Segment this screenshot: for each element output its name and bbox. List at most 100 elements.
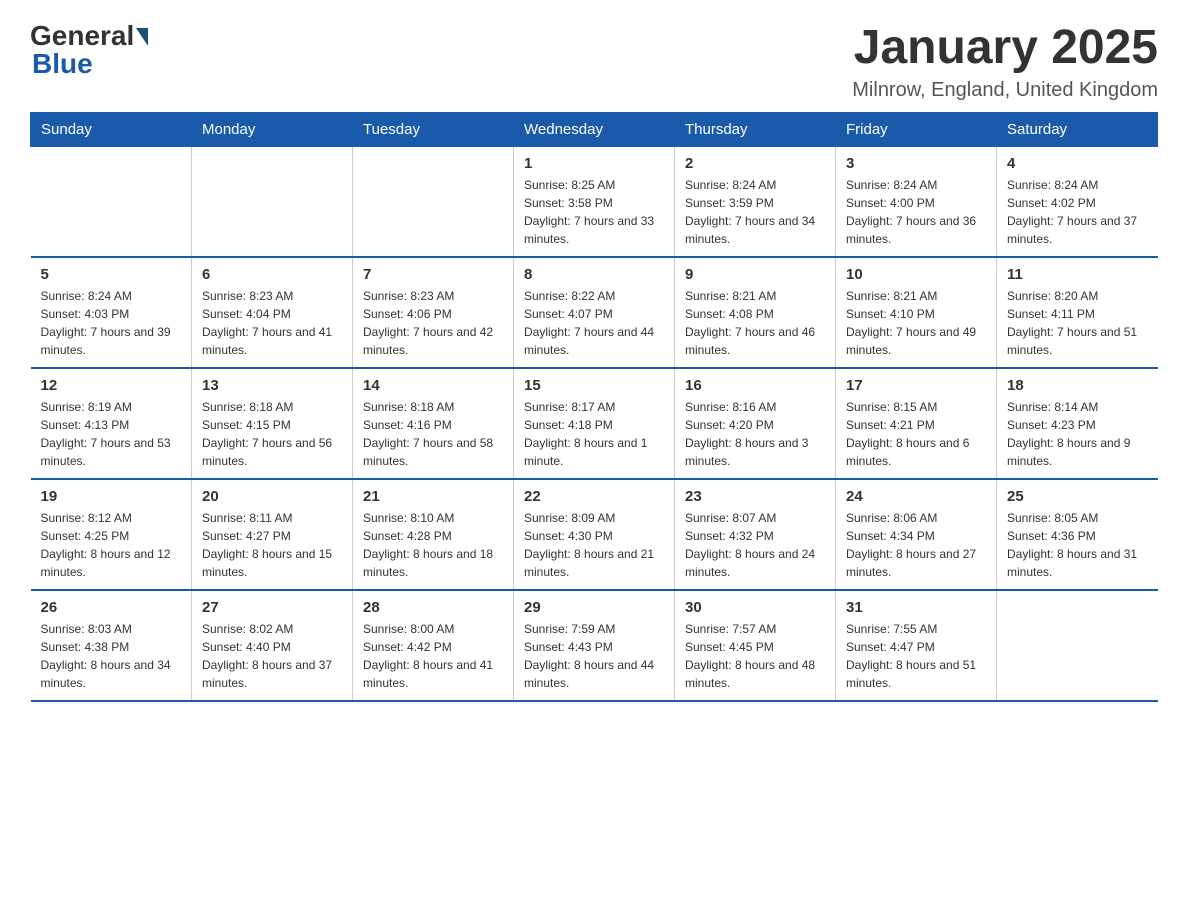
day-info: Sunrise: 8:07 AMSunset: 4:32 PMDaylight:…: [685, 509, 825, 581]
calendar-cell: 12 Sunrise: 8:19 AMSunset: 4:13 PMDayligh…: [31, 368, 192, 479]
day-number: 19: [41, 488, 182, 505]
day-number: 7: [363, 266, 503, 283]
week-row-3: 12 Sunrise: 8:19 AMSunset: 4:13 PMDayligh…: [31, 368, 1158, 479]
day-header-sunday: Sunday: [31, 113, 192, 147]
day-header-tuesday: Tuesday: [353, 113, 514, 147]
day-info: Sunrise: 8:10 AMSunset: 4:28 PMDaylight:…: [363, 509, 503, 581]
calendar-cell: 9 Sunrise: 8:21 AMSunset: 4:08 PMDaylight…: [675, 257, 836, 368]
week-row-2: 5 Sunrise: 8:24 AMSunset: 4:03 PMDaylight…: [31, 257, 1158, 368]
logo-blue: Blue: [32, 48, 93, 80]
title-area: January 2025 Milnrow, England, United Ki…: [852, 20, 1158, 102]
day-number: 27: [202, 599, 342, 616]
day-info: Sunrise: 8:22 AMSunset: 4:07 PMDaylight:…: [524, 287, 664, 359]
day-number: 29: [524, 599, 664, 616]
day-number: 9: [685, 266, 825, 283]
day-number: 15: [524, 377, 664, 394]
day-header-friday: Friday: [836, 113, 997, 147]
week-row-1: 1Sunrise: 8:25 AMSunset: 3:58 PMDaylight…: [31, 147, 1158, 258]
day-number: 6: [202, 266, 342, 283]
day-info: Sunrise: 7:57 AMSunset: 4:45 PMDaylight:…: [685, 620, 825, 692]
day-info: Sunrise: 8:00 AMSunset: 4:42 PMDaylight:…: [363, 620, 503, 692]
page-header: General Blue January 2025 Milnrow, Engla…: [30, 20, 1158, 102]
day-number: 12: [41, 377, 182, 394]
calendar-cell: 20Sunrise: 8:11 AMSunset: 4:27 PMDayligh…: [192, 479, 353, 590]
day-number: 28: [363, 599, 503, 616]
day-number: 1: [524, 155, 664, 172]
day-number: 5: [41, 266, 182, 283]
day-header-wednesday: Wednesday: [514, 113, 675, 147]
week-row-4: 19 Sunrise: 8:12 AMSunset: 4:25 PMDayligh…: [31, 479, 1158, 590]
day-number: 11: [1007, 266, 1148, 283]
calendar-cell: 23 Sunrise: 8:07 AMSunset: 4:32 PMDayligh…: [675, 479, 836, 590]
day-number: 23: [685, 488, 825, 505]
day-number: 26: [41, 599, 182, 616]
calendar-cell: [192, 147, 353, 258]
day-header-monday: Monday: [192, 113, 353, 147]
day-info: Sunrise: 8:23 AMSunset: 4:06 PMDaylight:…: [363, 287, 503, 359]
calendar-cell: 1Sunrise: 8:25 AMSunset: 3:58 PMDaylight…: [514, 147, 675, 258]
logo: General Blue: [30, 20, 148, 80]
calendar-cell: 7 Sunrise: 8:23 AMSunset: 4:06 PMDaylight…: [353, 257, 514, 368]
day-number: 10: [846, 266, 986, 283]
day-number: 14: [363, 377, 503, 394]
day-info: Sunrise: 8:24 AMSunset: 3:59 PMDaylight:…: [685, 176, 825, 248]
day-number: 18: [1007, 377, 1148, 394]
calendar-cell: 4Sunrise: 8:24 AMSunset: 4:02 PMDaylight…: [997, 147, 1158, 258]
calendar-cell: 18 Sunrise: 8:14 AMSunset: 4:23 PMDayligh…: [997, 368, 1158, 479]
day-number: 17: [846, 377, 986, 394]
calendar-cell: 27 Sunrise: 8:02 AMSunset: 4:40 PMDayligh…: [192, 590, 353, 701]
week-row-5: 26 Sunrise: 8:03 AMSunset: 4:38 PMDayligh…: [31, 590, 1158, 701]
calendar-cell: 6Sunrise: 8:23 AMSunset: 4:04 PMDaylight…: [192, 257, 353, 368]
calendar-cell: 8 Sunrise: 8:22 AMSunset: 4:07 PMDaylight…: [514, 257, 675, 368]
day-info: Sunrise: 8:03 AMSunset: 4:38 PMDaylight:…: [41, 620, 182, 692]
calendar-table: SundayMondayTuesdayWednesdayThursdayFrid…: [30, 112, 1158, 702]
day-number: 8: [524, 266, 664, 283]
day-info: Sunrise: 8:24 AMSunset: 4:00 PMDaylight:…: [846, 176, 986, 248]
calendar-cell: [353, 147, 514, 258]
day-info: Sunrise: 8:02 AMSunset: 4:40 PMDaylight:…: [202, 620, 342, 692]
calendar-cell: 13Sunrise: 8:18 AMSunset: 4:15 PMDayligh…: [192, 368, 353, 479]
day-info: Sunrise: 8:06 AMSunset: 4:34 PMDaylight:…: [846, 509, 986, 581]
day-info: Sunrise: 8:19 AMSunset: 4:13 PMDaylight:…: [41, 398, 182, 470]
day-number: 3: [846, 155, 986, 172]
calendar-cell: 14 Sunrise: 8:18 AMSunset: 4:16 PMDayligh…: [353, 368, 514, 479]
day-info: Sunrise: 8:12 AMSunset: 4:25 PMDaylight:…: [41, 509, 182, 581]
logo-arrow-icon: [136, 28, 148, 46]
calendar-body: 1Sunrise: 8:25 AMSunset: 3:58 PMDaylight…: [31, 147, 1158, 702]
day-number: 16: [685, 377, 825, 394]
calendar-cell: 25Sunrise: 8:05 AMSunset: 4:36 PMDayligh…: [997, 479, 1158, 590]
calendar-cell: [31, 147, 192, 258]
day-number: 30: [685, 599, 825, 616]
calendar-cell: 19 Sunrise: 8:12 AMSunset: 4:25 PMDayligh…: [31, 479, 192, 590]
day-info: Sunrise: 8:14 AMSunset: 4:23 PMDaylight:…: [1007, 398, 1148, 470]
day-number: 24: [846, 488, 986, 505]
day-number: 25: [1007, 488, 1148, 505]
day-number: 20: [202, 488, 342, 505]
day-info: Sunrise: 8:09 AMSunset: 4:30 PMDaylight:…: [524, 509, 664, 581]
day-info: Sunrise: 8:15 AMSunset: 4:21 PMDaylight:…: [846, 398, 986, 470]
day-info: Sunrise: 7:59 AMSunset: 4:43 PMDaylight:…: [524, 620, 664, 692]
day-info: Sunrise: 8:18 AMSunset: 4:16 PMDaylight:…: [363, 398, 503, 470]
location-subtitle: Milnrow, England, United Kingdom: [852, 79, 1158, 102]
calendar-cell: 26 Sunrise: 8:03 AMSunset: 4:38 PMDayligh…: [31, 590, 192, 701]
calendar-cell: 29 Sunrise: 7:59 AMSunset: 4:43 PMDayligh…: [514, 590, 675, 701]
calendar-cell: 31Sunrise: 7:55 AMSunset: 4:47 PMDayligh…: [836, 590, 997, 701]
calendar-cell: 10 Sunrise: 8:21 AMSunset: 4:10 PMDayligh…: [836, 257, 997, 368]
day-number: 22: [524, 488, 664, 505]
day-info: Sunrise: 8:21 AMSunset: 4:10 PMDaylight:…: [846, 287, 986, 359]
day-header-row: SundayMondayTuesdayWednesdayThursdayFrid…: [31, 113, 1158, 147]
day-info: Sunrise: 8:24 AMSunset: 4:03 PMDaylight:…: [41, 287, 182, 359]
calendar-cell: 17 Sunrise: 8:15 AMSunset: 4:21 PMDayligh…: [836, 368, 997, 479]
calendar-cell: 15Sunrise: 8:17 AMSunset: 4:18 PMDayligh…: [514, 368, 675, 479]
day-number: 31: [846, 599, 986, 616]
day-info: Sunrise: 8:16 AMSunset: 4:20 PMDaylight:…: [685, 398, 825, 470]
day-number: 21: [363, 488, 503, 505]
calendar-cell: 2 Sunrise: 8:24 AMSunset: 3:59 PMDaylight…: [675, 147, 836, 258]
day-number: 13: [202, 377, 342, 394]
day-info: Sunrise: 8:20 AMSunset: 4:11 PMDaylight:…: [1007, 287, 1148, 359]
day-number: 2: [685, 155, 825, 172]
calendar-cell: 24 Sunrise: 8:06 AMSunset: 4:34 PMDayligh…: [836, 479, 997, 590]
calendar-cell: 22 Sunrise: 8:09 AMSunset: 4:30 PMDayligh…: [514, 479, 675, 590]
calendar-cell: 21 Sunrise: 8:10 AMSunset: 4:28 PMDayligh…: [353, 479, 514, 590]
day-info: Sunrise: 8:21 AMSunset: 4:08 PMDaylight:…: [685, 287, 825, 359]
